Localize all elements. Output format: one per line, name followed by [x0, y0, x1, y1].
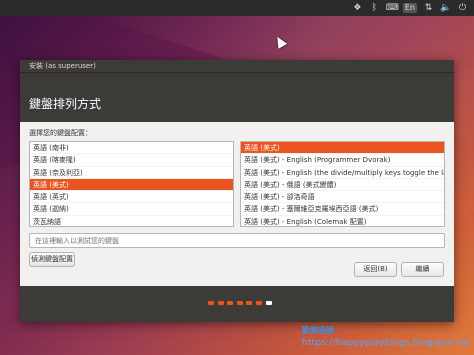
- variant-list-item[interactable]: 英語 (美式) - 卻洛奇語: [241, 191, 444, 204]
- progress-dots: [208, 301, 272, 305]
- keyboard-test-input[interactable]: [29, 233, 445, 248]
- variant-list-item[interactable]: 英語 (美式): [241, 142, 444, 155]
- layout-list-item[interactable]: 英語 (南非): [30, 142, 233, 155]
- watermark-url: https://happyplayblogs.blogspot.tw/: [302, 338, 471, 348]
- progress-footer: [20, 286, 454, 322]
- variant-list-item[interactable]: 英語 (美式) - 塞爾維亞克羅埃西亞語 (美式): [241, 203, 444, 216]
- watermark-title: 歡樂過號: [302, 326, 334, 335]
- window-title: 安裝 (as superuser): [20, 60, 454, 72]
- network-icon[interactable]: ⇅: [423, 3, 434, 13]
- layout-prompt-label: 選擇您的鍵盤配置：: [29, 129, 92, 137]
- continue-button[interactable]: 繼續: [401, 262, 444, 277]
- progress-dot: [227, 301, 234, 305]
- power-icon[interactable]: ⏻: [457, 3, 468, 13]
- progress-dot: [208, 301, 214, 305]
- layout-list[interactable]: 英語 (南非) 英語 (喀麥隆) 英語 (奈及利亞) 英語 (美式) 英語 (英式) 英語…: [29, 141, 234, 227]
- layout-list-item[interactable]: 茨瓦納語: [30, 216, 233, 226]
- language-indicator[interactable]: En: [402, 3, 417, 13]
- layout-list-item[interactable]: 英語 (英式): [30, 191, 233, 204]
- variant-list-item[interactable]: 英語 (美式) - English (Programmer Dvorak): [241, 154, 444, 167]
- variant-list-item[interactable]: 英語 (美式) - 俄語 (美式變體): [241, 179, 444, 192]
- detect-layout-button[interactable]: 偵測鍵盤配置: [29, 252, 75, 267]
- layout-list-item[interactable]: 英語 (奈及利亞): [30, 167, 233, 179]
- bluetooth-icon[interactable]: ᛒ: [369, 3, 380, 13]
- page-title: 鍵盤排列方式: [29, 97, 102, 111]
- installer-window: 安裝 (as superuser) 鍵盤排列方式 選擇您的鍵盤配置： 英語 (南…: [20, 60, 454, 322]
- keyboard-layout-icon[interactable]: ⌨: [386, 3, 399, 13]
- variant-list[interactable]: 英語 (美式) 英語 (美式) - English (Programmer Dvo…: [240, 141, 445, 227]
- page-header: 鍵盤排列方式: [20, 72, 454, 122]
- volume-icon[interactable]: 🔈: [440, 3, 451, 13]
- progress-dot: [265, 301, 272, 305]
- layout-lists: 英語 (南非) 英語 (喀麥隆) 英語 (奈及利亞) 英語 (美式) 英語 (英式) 英語…: [29, 141, 445, 227]
- progress-dot: [236, 301, 243, 305]
- content-area: 選擇您的鍵盤配置： 英語 (南非) 英語 (喀麥隆) 英語 (奈及利亞) 英語 (美式…: [20, 122, 454, 267]
- layout-list-item[interactable]: 英語 (美式): [30, 178, 233, 192]
- back-button[interactable]: 返回(B): [354, 262, 397, 277]
- layout-list-item[interactable]: 英語 (迦納): [30, 203, 233, 216]
- variant-list-item[interactable]: 英語 (美式) - English (the divide/multiply k…: [241, 167, 444, 179]
- layout-list-item[interactable]: 英語 (喀麥隆): [30, 154, 233, 167]
- top-panel: ❖ ᛒ ⌨ En ⇅ 🔈 ⏻: [0, 0, 474, 16]
- progress-dot: [255, 301, 262, 305]
- navigation-buttons: 返回(B) 繼續: [354, 262, 444, 277]
- progress-dot: [217, 301, 224, 305]
- progress-dot: [246, 301, 253, 305]
- dropbox-icon[interactable]: ❖: [352, 3, 363, 13]
- variant-list-item[interactable]: 英語 (美式) - English (Colemak 配置): [241, 216, 444, 226]
